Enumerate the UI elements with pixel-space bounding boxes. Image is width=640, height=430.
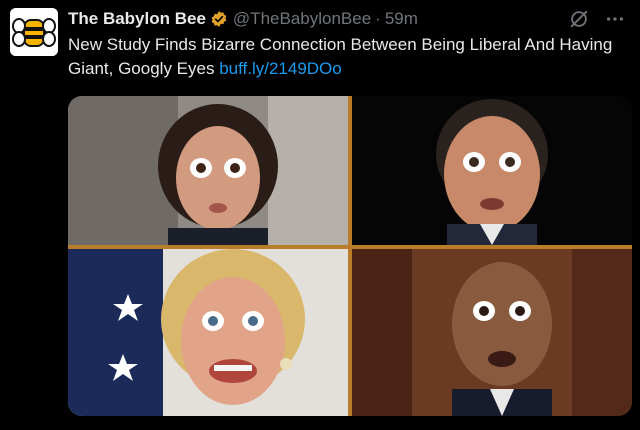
photo-top-right[interactable] bbox=[352, 96, 632, 245]
verified-badge-icon[interactable] bbox=[210, 10, 228, 28]
photo-image bbox=[352, 249, 632, 416]
tweet-timestamp[interactable]: 59m bbox=[385, 9, 418, 29]
tweet-link[interactable]: buff.ly/2149DOo bbox=[219, 59, 342, 78]
separator-dot: · bbox=[375, 9, 381, 28]
photo-top-left[interactable] bbox=[68, 96, 348, 245]
author-avatar[interactable] bbox=[10, 8, 58, 56]
photo-image bbox=[68, 249, 348, 416]
photo-image bbox=[68, 96, 348, 245]
author-name[interactable]: The Babylon Bee bbox=[68, 9, 206, 29]
more-options-icon[interactable] bbox=[604, 8, 626, 30]
tweet-text: New Study Finds Bizarre Connection Betwe… bbox=[68, 33, 628, 81]
tweet-header: The Babylon Bee @TheBabylonBee · 59m bbox=[68, 6, 626, 32]
photo-bottom-right[interactable] bbox=[352, 249, 632, 416]
babylon-bee-logo-icon bbox=[10, 8, 58, 56]
photo-image bbox=[352, 96, 632, 245]
author-handle[interactable]: @TheBabylonBee bbox=[233, 9, 371, 29]
media-grid[interactable] bbox=[68, 96, 632, 416]
photo-bottom-left[interactable] bbox=[68, 249, 348, 416]
grid-divider-vertical bbox=[348, 96, 352, 416]
grid-divider-horizontal bbox=[68, 245, 632, 249]
grok-icon[interactable] bbox=[568, 8, 590, 30]
